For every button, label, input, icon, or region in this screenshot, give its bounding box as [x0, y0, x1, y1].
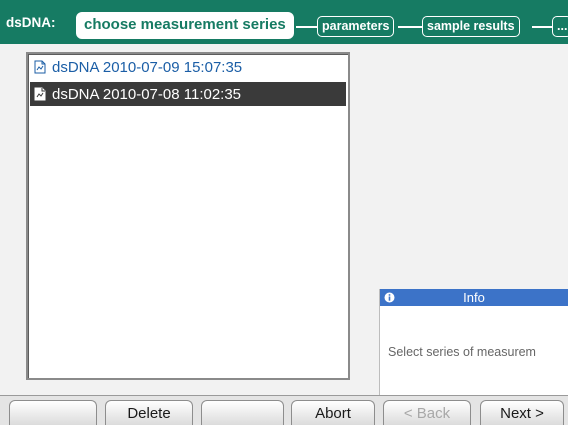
step-connector	[398, 26, 422, 28]
softkey-3-button[interactable]	[201, 400, 284, 425]
document-icon	[34, 60, 46, 74]
list-item-label: dsDNA 2010-07-09 15:07:35	[52, 58, 243, 76]
measurement-series-list[interactable]: dsDNA 2010-07-09 15:07:35 dsDNA 2010-07-…	[26, 52, 350, 380]
info-text: Select series of measurem	[388, 345, 536, 359]
step-connector	[532, 26, 552, 28]
delete-button[interactable]: Delete	[105, 400, 193, 425]
list-item-label: dsDNA 2010-07-08 11:02:35	[52, 85, 242, 103]
info-panel: Info Select series of measurem	[379, 289, 568, 395]
list-item-selected[interactable]: dsDNA 2010-07-08 11:02:35	[30, 82, 346, 106]
info-titlebar: Info	[380, 289, 568, 306]
step-sample-results[interactable]: sample results	[422, 16, 520, 37]
list-item[interactable]: dsDNA 2010-07-09 15:07:35	[30, 55, 346, 79]
step-connector	[296, 26, 317, 28]
step-parameters[interactable]: parameters	[317, 16, 395, 37]
abort-button[interactable]: Abort	[291, 400, 375, 425]
app-label: dsDNA:	[6, 15, 56, 30]
info-title: Info	[463, 290, 485, 305]
back-button[interactable]: < Back	[383, 400, 471, 425]
next-button[interactable]: Next >	[480, 400, 564, 425]
workflow-header: dsDNA: choose measurement series paramet…	[0, 0, 568, 44]
softkey-1-button[interactable]	[9, 400, 97, 425]
step-choose-measurement-series[interactable]: choose measurement series	[76, 12, 294, 39]
softkey-bar: Delete Abort < Back Next >	[0, 395, 568, 425]
step-more[interactable]: ...	[552, 16, 568, 37]
document-icon	[34, 87, 46, 101]
